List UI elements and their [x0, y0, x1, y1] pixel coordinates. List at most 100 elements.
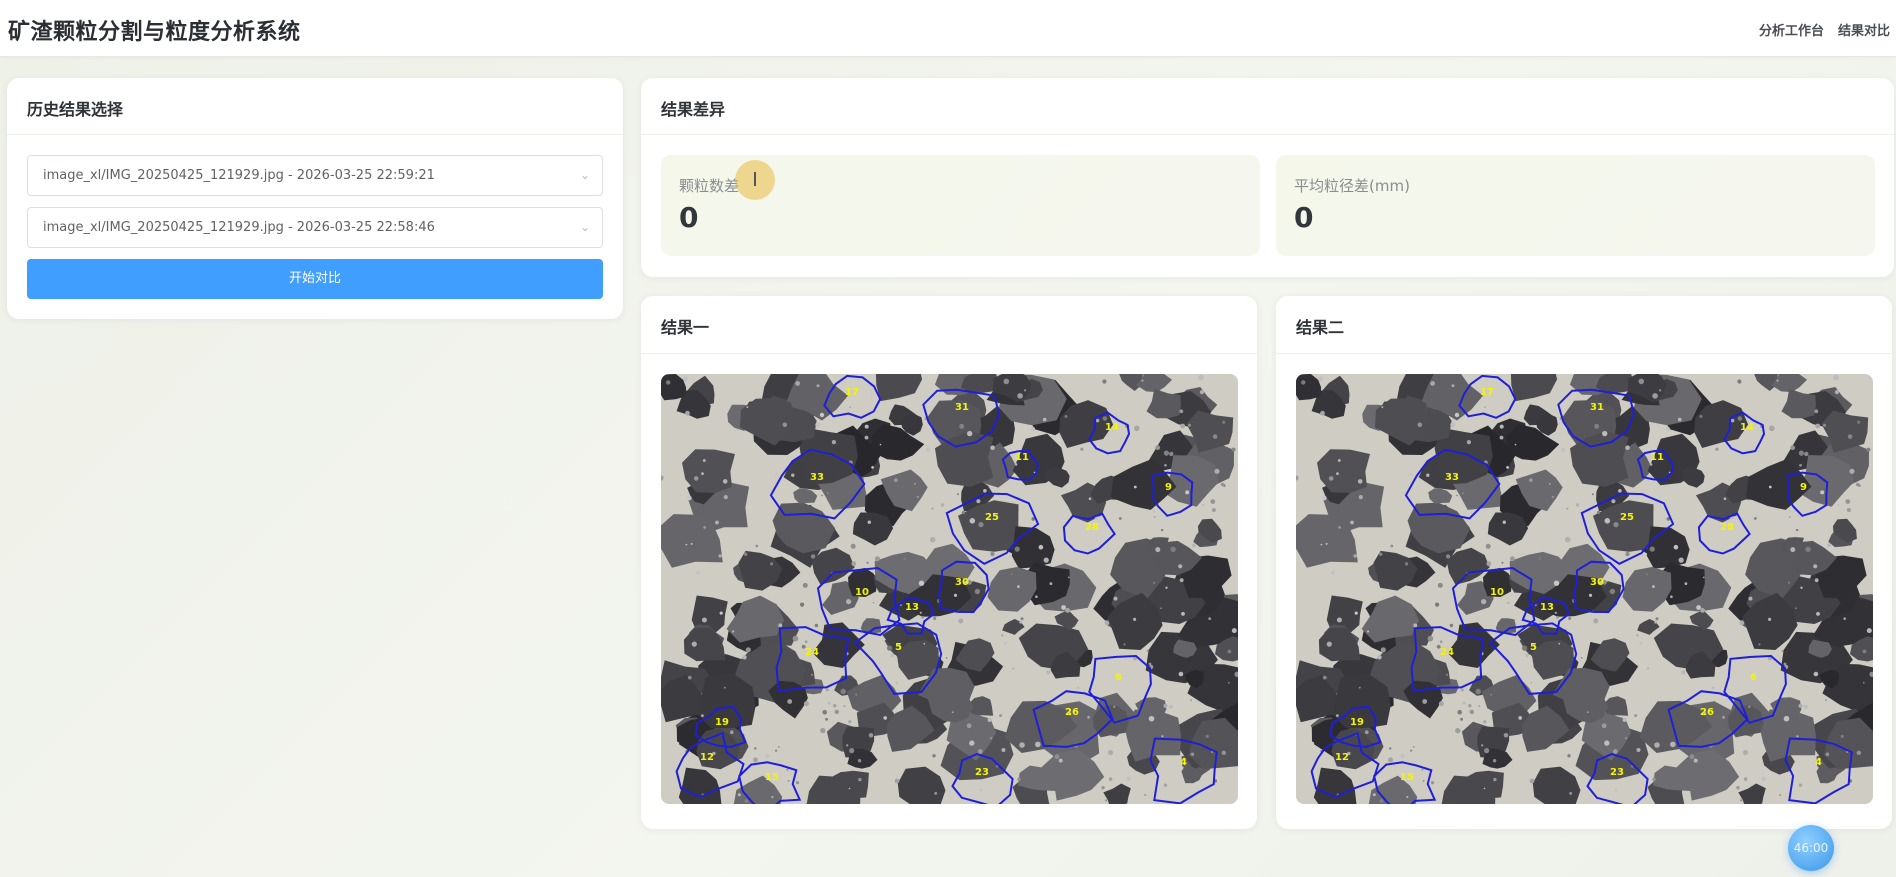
rock-texture — [1499, 435, 1504, 440]
particle-count-diff-value: 0 — [679, 201, 699, 234]
rock-texture — [979, 789, 982, 792]
rock-texture — [1798, 450, 1804, 456]
rock-texture — [1367, 630, 1370, 633]
particle-label: 13 — [1540, 602, 1554, 613]
rock-texture — [1413, 623, 1418, 628]
rock-texture — [1596, 510, 1600, 515]
rock-texture — [1696, 605, 1701, 610]
rock-texture — [1625, 551, 1630, 557]
top-nav: 分析工作台 结果对比 — [1759, 20, 1890, 39]
rock-texture — [1390, 544, 1394, 548]
rock-texture — [770, 562, 774, 566]
rock-texture — [1336, 617, 1342, 623]
rock-texture — [1634, 714, 1638, 718]
result-one-card: 结果一 17 31 11 14 9 25 28 10 13 30 24 19 12 15 23 5 26 6 4 33 — [641, 296, 1257, 829]
rock-texture — [1647, 667, 1649, 670]
rock-texture — [1042, 417, 1047, 422]
rock-texture — [1715, 447, 1719, 451]
rock-texture — [921, 615, 924, 619]
rock-texture — [1594, 423, 1600, 429]
rock-texture — [1017, 393, 1023, 399]
rock-texture — [855, 693, 858, 696]
rock-texture — [1654, 742, 1660, 748]
rock-texture — [1065, 608, 1070, 613]
rock-texture — [1321, 495, 1327, 501]
rock-texture — [826, 492, 829, 495]
rock-texture — [929, 536, 936, 543]
rock-texture — [850, 543, 856, 549]
nav-result-compare[interactable]: 结果对比 — [1838, 20, 1890, 39]
card-divider — [7, 134, 623, 135]
rock-texture — [926, 447, 931, 453]
rock-texture — [1014, 546, 1020, 552]
rock-texture — [1776, 379, 1779, 382]
rock-texture — [1126, 776, 1131, 782]
rock-texture — [1636, 748, 1641, 752]
rock-texture — [843, 705, 846, 707]
rock-texture — [1825, 699, 1827, 702]
rock-texture — [1636, 634, 1639, 637]
rock-texture — [879, 443, 882, 446]
rock-texture — [1588, 593, 1593, 597]
rock-texture — [1795, 607, 1797, 610]
history-select-first[interactable]: image_xl/IMG_20250425_121929.jpg - 2026-… — [27, 155, 603, 196]
rock-texture — [1205, 734, 1209, 738]
history-select-second[interactable]: image_xl/IMG_20250425_121929.jpg - 2026-… — [27, 207, 603, 248]
rock-texture — [1017, 777, 1021, 781]
rock-texture — [1673, 544, 1679, 550]
rock-texture — [1410, 473, 1413, 476]
rock-texture — [1155, 547, 1161, 553]
history-select-first-value: image_xl/IMG_20250425_121929.jpg - 2026-… — [43, 168, 435, 183]
rock-texture — [1301, 380, 1306, 385]
rock-texture — [1318, 376, 1324, 382]
rock-texture — [821, 494, 823, 497]
rock-texture — [1737, 416, 1743, 421]
rock-texture — [693, 476, 699, 481]
particle-label: 11 — [1650, 452, 1664, 463]
rock-texture — [1202, 504, 1205, 506]
rock-texture — [1101, 786, 1105, 790]
rock-texture — [1800, 586, 1803, 589]
particle-count-diff-label: 颗粒数差 — [679, 177, 740, 195]
start-compare-button[interactable]: 开始对比 — [27, 259, 603, 299]
rock-texture — [1030, 426, 1036, 432]
rock-texture — [931, 507, 934, 510]
rock-texture — [1502, 520, 1506, 524]
rock-texture — [1460, 688, 1464, 692]
particle-label: 26 — [1700, 707, 1714, 718]
rock-texture — [822, 709, 827, 715]
rock-texture — [1845, 499, 1851, 504]
rock-texture — [1822, 423, 1827, 427]
rock-texture — [1160, 528, 1164, 532]
rock-texture — [1639, 642, 1642, 645]
rock-texture — [969, 518, 976, 524]
rock-texture — [1019, 742, 1025, 748]
rock-texture — [1779, 794, 1782, 796]
particle-label: 17 — [1480, 387, 1494, 398]
rock-texture — [1580, 657, 1583, 659]
floating-timer-button[interactable]: 46:00 — [1788, 825, 1834, 871]
rock-texture — [685, 410, 690, 416]
rock-texture — [1481, 744, 1484, 747]
rock-texture — [956, 493, 959, 496]
rock-texture — [1684, 582, 1688, 585]
rock-texture — [1001, 748, 1006, 752]
rock-texture — [718, 554, 722, 558]
rock-texture — [1113, 705, 1116, 708]
rock-texture — [1624, 736, 1628, 740]
rock-texture — [815, 422, 821, 428]
rock-texture — [1231, 628, 1237, 634]
rock-texture — [1455, 727, 1461, 734]
rock-texture — [1564, 536, 1571, 543]
rock-texture — [1077, 686, 1080, 689]
rock-texture — [1004, 642, 1007, 645]
rock-texture — [1354, 611, 1358, 615]
rock-texture — [932, 754, 936, 758]
rock-texture — [1768, 485, 1772, 489]
rock-texture — [1372, 793, 1376, 797]
rock-texture — [795, 381, 800, 386]
rock-texture — [1017, 585, 1020, 588]
nav-analysis-workbench[interactable]: 分析工作台 — [1759, 20, 1824, 39]
rock-texture — [1652, 393, 1658, 399]
rock-texture — [1586, 711, 1589, 714]
